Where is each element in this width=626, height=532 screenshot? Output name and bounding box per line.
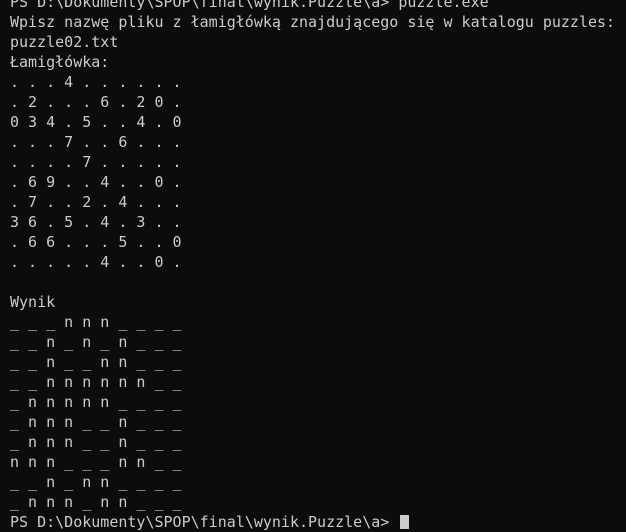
result-row: _ _ n _ n _ n _ _ _ xyxy=(10,333,182,351)
puzzle-row: . . . . 7 . . . . . xyxy=(10,153,182,171)
puzzle-row: 3 6 . 5 . 4 . 3 . . xyxy=(10,213,182,231)
previous-command-line: PS D:\Dokumenty\SPOP\final\wynik.Puzzle\… xyxy=(10,0,489,11)
text-cursor xyxy=(400,515,410,529)
puzzle-row: . 2 . . . 6 . 2 0 . xyxy=(10,93,182,111)
result-row: n n n _ _ _ n n _ _ xyxy=(10,453,182,471)
result-row: _ n n n _ _ n _ _ _ xyxy=(10,433,182,451)
puzzle-row: . 7 . . 2 . 4 . . . xyxy=(10,193,182,211)
result-row: _ n n n _ _ n _ _ _ xyxy=(10,413,182,431)
result-row: _ _ n _ n n _ _ _ _ xyxy=(10,473,182,491)
puzzle-label: Łamigłówka: xyxy=(10,53,110,71)
result-row: _ _ _ n n n _ _ _ _ xyxy=(10,313,182,331)
shell-prompt: PS D:\Dokumenty\SPOP\final\wynik.Puzzle\… xyxy=(10,513,399,531)
filename-input-echo: puzzle02.txt xyxy=(10,33,119,51)
result-label: Wynik xyxy=(10,293,56,311)
shell-prompt-line[interactable]: PS D:\Dokumenty\SPOP\final\wynik.Puzzle\… xyxy=(10,512,626,532)
puzzle-row: . . . 7 . . 6 . . . xyxy=(10,133,182,151)
puzzle-row: . 6 9 . . 4 . . 0 . xyxy=(10,173,182,191)
result-row: _ n n n _ n n _ _ _ xyxy=(10,493,182,511)
result-row: _ _ n _ _ n n _ _ _ xyxy=(10,353,182,371)
puzzle-row: . 6 6 . . . 5 . . 0 xyxy=(10,233,182,251)
puzzle-row: 0 3 4 . 5 . . 4 . 0 xyxy=(10,113,182,131)
result-row: _ _ n n n n n n _ _ xyxy=(10,373,182,391)
puzzle-row: . . . . . 4 . . 0 . xyxy=(10,253,182,271)
terminal-output[interactable]: PS D:\Dokumenty\SPOP\final\wynik.Puzzle\… xyxy=(10,0,626,532)
filename-prompt: Wpisz nazwę pliku z łamigłówką znajdując… xyxy=(10,13,616,31)
puzzle-row: . . . 4 . . . . . . xyxy=(10,73,182,91)
result-row: _ n n n n n _ _ _ _ xyxy=(10,393,182,411)
